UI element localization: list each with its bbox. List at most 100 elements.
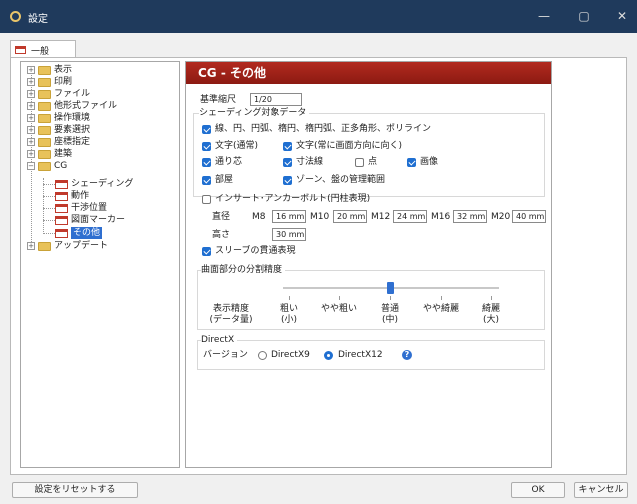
cancel-button[interactable]: キャンセル xyxy=(574,482,628,498)
directx9-radio[interactable] xyxy=(258,351,267,360)
folder-icon xyxy=(38,102,51,111)
folder-icon xyxy=(38,242,51,251)
tree-guide-line xyxy=(43,178,44,234)
page-title: CG - その他 xyxy=(186,62,551,84)
level-label: やや粗い xyxy=(320,304,357,314)
expand-plus-icon[interactable]: + xyxy=(27,150,35,158)
expand-plus-icon[interactable]: + xyxy=(27,114,35,122)
expand-plus-icon[interactable]: + xyxy=(27,138,35,146)
directx-group-label: DirectX xyxy=(201,334,238,346)
expand-plus-icon[interactable]: + xyxy=(27,102,35,110)
close-button[interactable]: ✕ xyxy=(612,6,632,26)
text-normal-checkbox[interactable] xyxy=(202,142,211,151)
m16-diameter-input[interactable]: 32 mm xyxy=(453,210,487,223)
core-label: 通り芯 xyxy=(215,157,243,167)
page-icon xyxy=(55,204,68,213)
sleeve-label: スリーブの貫通表現 xyxy=(215,246,296,256)
tree-item-label: その他 xyxy=(71,227,103,239)
reset-settings-button[interactable]: 設定をリセットする xyxy=(12,482,138,498)
precision-row-label: 表示精度 (データ量) xyxy=(206,304,256,326)
text-facing-checkbox[interactable] xyxy=(283,142,292,151)
expand-plus-icon[interactable]: + xyxy=(27,90,35,98)
tree-guide-line xyxy=(43,220,55,221)
size-label-m16: M16 xyxy=(431,212,451,222)
tree-item-label: シェーディング xyxy=(71,179,134,189)
level-label: 粗い xyxy=(279,304,298,314)
m20-diameter-input[interactable]: 40 mm xyxy=(512,210,546,223)
slider-tick xyxy=(289,296,290,300)
height-label: 高さ xyxy=(212,230,231,240)
dimension-checkbox[interactable] xyxy=(283,158,292,167)
level-label: 綺麗 xyxy=(481,304,500,314)
diameter-label: 直径 xyxy=(212,212,231,222)
text-facing-label: 文字(常に画面方向に向く) xyxy=(296,141,403,151)
line-items-label: 線、円、円弧、楕円、楕円弧、正多角形、ポリライン xyxy=(215,124,432,134)
collapse-minus-icon[interactable]: − xyxy=(27,162,35,170)
tree-item-label: 建築 xyxy=(54,149,73,159)
slider-tick xyxy=(339,296,340,300)
anchor-height-input[interactable]: 30 mm xyxy=(272,228,306,241)
folder-icon xyxy=(38,90,51,99)
folder-icon xyxy=(38,138,51,147)
tree-item-label: 他形式ファイル xyxy=(54,101,118,111)
level-label: 普通 xyxy=(380,304,399,314)
folder-icon xyxy=(38,150,51,159)
tree-item-label: ファイル xyxy=(54,89,91,99)
minimize-button[interactable]: — xyxy=(534,6,554,26)
tree-guide-line xyxy=(43,208,55,209)
expand-plus-icon[interactable]: + xyxy=(27,126,35,134)
size-label-m10: M10 xyxy=(310,212,330,222)
directx12-label: DirectX12 xyxy=(338,350,383,360)
tree-item-label: 動作 xyxy=(71,191,90,201)
sleeve-checkbox[interactable] xyxy=(202,247,211,256)
zone-checkbox[interactable] xyxy=(283,176,292,185)
open-folder-icon xyxy=(38,162,51,171)
tab-general[interactable]: 一般 xyxy=(10,40,76,58)
m10-diameter-input[interactable]: 20 mm xyxy=(333,210,367,223)
tree-item-label: 操作環境 xyxy=(54,113,91,123)
m8-diameter-input[interactable]: 16 mm xyxy=(272,210,306,223)
shading-group-label: シェーディング対象データ xyxy=(199,107,310,119)
size-label-m8: M8 xyxy=(252,212,266,222)
tree-guide-line xyxy=(31,72,32,250)
curve-group-label: 曲面部分の分割精度 xyxy=(201,264,286,276)
text-normal-label: 文字(通常) xyxy=(215,141,259,151)
precision-slider-thumb[interactable] xyxy=(387,282,394,294)
expand-plus-icon[interactable]: + xyxy=(27,242,35,250)
m12-diameter-input[interactable]: 24 mm xyxy=(393,210,427,223)
directx12-radio[interactable] xyxy=(324,351,333,360)
tree-item-label: 図面マーカー xyxy=(71,215,126,225)
level-sublabel: (中) xyxy=(381,315,399,325)
level-sublabel: (大) xyxy=(482,315,500,325)
tree-item-label: 座標指定 xyxy=(54,137,91,147)
slider-tick xyxy=(441,296,442,300)
point-label: 点 xyxy=(368,157,378,167)
insert-anchor-checkbox[interactable] xyxy=(202,195,211,204)
level-coarse: 粗い (小) xyxy=(269,304,309,326)
page-icon xyxy=(55,216,68,225)
level-somewhat-fine: やや綺麗 xyxy=(418,304,464,315)
slider-tick xyxy=(491,296,492,300)
tree-guide-line xyxy=(43,233,55,234)
level-label: やや綺麗 xyxy=(422,304,459,314)
slider-tick xyxy=(390,296,391,300)
image-checkbox[interactable] xyxy=(407,158,416,167)
size-label-m20: M20 xyxy=(491,212,511,222)
dimension-label: 寸法線 xyxy=(296,157,324,167)
maximize-button[interactable]: ▢ xyxy=(574,6,594,26)
room-checkbox[interactable] xyxy=(202,176,211,185)
scale-label: 基準縮尺 xyxy=(200,95,237,105)
tab-label: 一般 xyxy=(31,47,50,57)
help-icon[interactable]: ? xyxy=(402,350,412,360)
tree-item-label: 干渉位置 xyxy=(71,203,108,213)
ok-button[interactable]: OK xyxy=(511,482,565,498)
level-fine: 綺麗 (大) xyxy=(471,304,511,326)
page-icon xyxy=(55,192,68,201)
tree-item-label: 印刷 xyxy=(54,77,73,87)
expand-plus-icon[interactable]: + xyxy=(27,78,35,86)
core-checkbox[interactable] xyxy=(202,158,211,167)
scale-input[interactable]: 1/20 xyxy=(250,93,302,106)
line-items-checkbox[interactable] xyxy=(202,125,211,134)
point-checkbox[interactable] xyxy=(355,158,364,167)
expand-plus-icon[interactable]: + xyxy=(27,66,35,74)
